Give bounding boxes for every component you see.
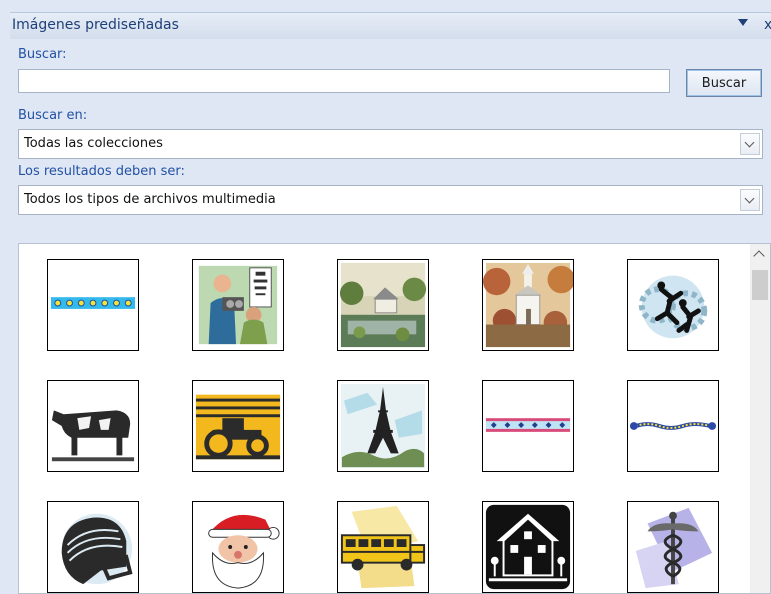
search-in-select[interactable]: Todas las colecciones <box>18 129 763 159</box>
results-type-label: Los resultados deben ser: <box>18 164 185 179</box>
results-type-value: Todos los tipos de archivos multimedia <box>24 192 276 207</box>
football-helmet-clip[interactable] <box>47 501 139 593</box>
eiffel-tower-clip[interactable] <box>337 380 429 472</box>
beaded-line-clip[interactable] <box>627 380 719 472</box>
dotted-border-clip[interactable] <box>47 259 139 351</box>
results-gallery <box>18 243 771 594</box>
house-icon-clip[interactable] <box>482 501 574 593</box>
results-scrollbar[interactable] <box>750 244 770 593</box>
pane-title-bar: Imágenes prediseñadas x <box>10 12 771 39</box>
tractor-clip[interactable] <box>192 380 284 472</box>
results-type-select[interactable]: Todos los tipos de archivos multimedia <box>18 185 763 215</box>
school-bus-clip[interactable] <box>337 501 429 593</box>
pane-options-dropdown-icon[interactable] <box>738 19 748 26</box>
gears-people-clip[interactable] <box>627 259 719 351</box>
cottage-pond-clip[interactable] <box>337 259 429 351</box>
search-in-value: Todas las colecciones <box>24 136 163 151</box>
clip-art-pane: Buscar: Buscar Buscar en: Todas las cole… <box>10 39 771 594</box>
patterned-border-clip[interactable] <box>482 380 574 472</box>
eye-doctor-clip[interactable] <box>192 259 284 351</box>
search-label: Buscar: <box>18 47 67 62</box>
scroll-up-arrow-icon[interactable] <box>753 250 765 262</box>
search-button[interactable]: Buscar <box>686 69 762 97</box>
scroll-thumb[interactable] <box>752 270 768 300</box>
cow-clip[interactable] <box>47 380 139 472</box>
search-in-label: Buscar en: <box>18 108 88 123</box>
caduceus-clip[interactable] <box>627 501 719 593</box>
chevron-down-icon[interactable] <box>740 189 760 211</box>
santa-claus-clip[interactable] <box>192 501 284 593</box>
church-autumn-clip[interactable] <box>482 259 574 351</box>
pane-title: Imágenes prediseñadas <box>12 17 179 33</box>
chevron-down-icon[interactable] <box>740 133 760 155</box>
pane-close-icon[interactable]: x <box>764 17 771 33</box>
search-input[interactable] <box>18 69 670 93</box>
